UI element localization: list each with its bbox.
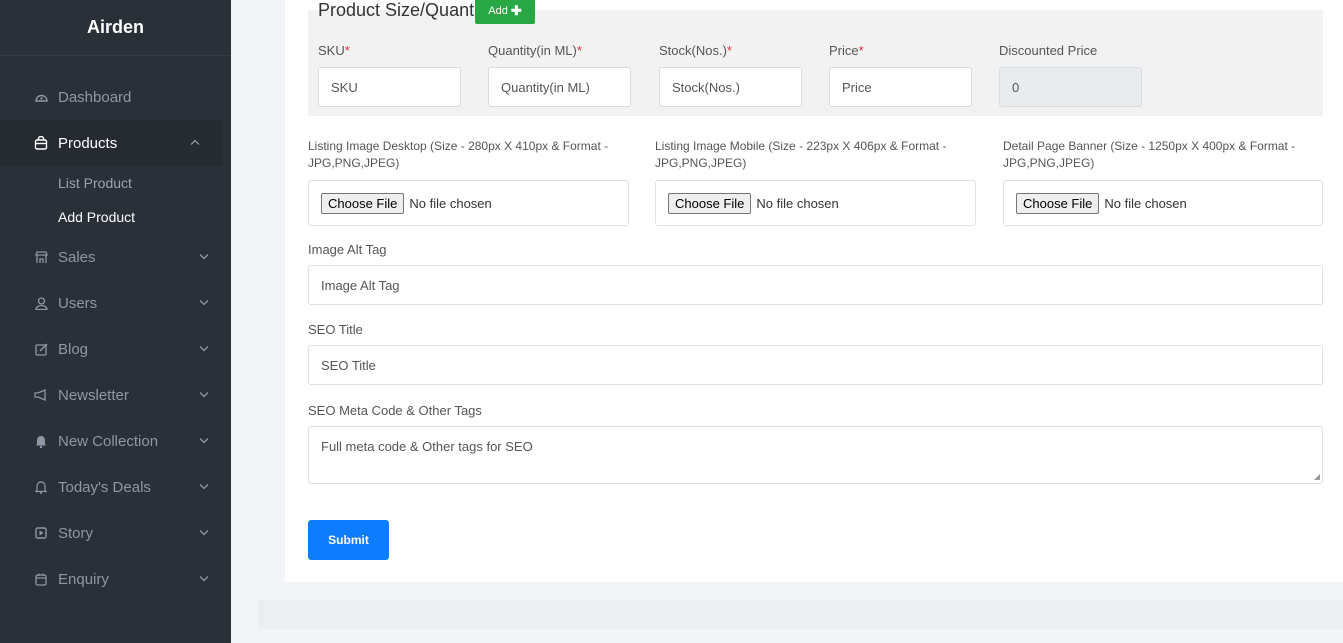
image-alt-input[interactable]: Image Alt Tag [308, 265, 1323, 305]
megaphone-icon [33, 389, 49, 401]
sidebar-item-label: Products [58, 134, 118, 152]
stock-input[interactable]: Stock(Nos.) [659, 67, 802, 107]
listing-desktop-label: Listing Image Desktop (Size - 280px X 41… [308, 139, 609, 170]
file-status: No file chosen [1104, 195, 1187, 211]
calendar-icon [33, 573, 49, 586]
shop-icon [33, 250, 49, 264]
sidebar-item-label: Story [58, 524, 94, 542]
seo-title-input[interactable]: SEO Title [308, 345, 1323, 385]
sidebar-item-label: Users [58, 294, 98, 312]
add-size-button[interactable]: Add ✚ [475, 0, 535, 24]
detail-banner-file: Choose File No file chosen [1003, 180, 1323, 226]
listing-mobile-file: Choose File No file chosen [655, 180, 976, 226]
seo-meta-textarea[interactable]: Full meta code & Other tags for SEO ◢ [308, 426, 1323, 484]
sidebar-item-todays-deals[interactable]: Today's Deals [0, 464, 231, 510]
image-alt-label: Image Alt Tag [308, 242, 387, 257]
sidebar-item-blog[interactable]: Blog [0, 326, 231, 372]
sidebar-item-story[interactable]: Story [0, 510, 231, 556]
price-input[interactable]: Price [829, 67, 972, 107]
submit-button[interactable]: Submit [308, 520, 389, 560]
sidebar-item-newsletter[interactable]: Newsletter [0, 372, 231, 418]
submenu-list-product[interactable]: List Product [0, 166, 231, 200]
price-label: Price* [829, 43, 864, 58]
sidebar-item-label: Enquiry [58, 570, 109, 588]
sidebar-item-label: Dashboard [58, 88, 132, 106]
sidebar-item-label: Newsletter [58, 386, 129, 404]
sidebar-item-sales[interactable]: Sales [0, 234, 231, 280]
choose-file-button[interactable]: Choose File [668, 192, 752, 214]
bag-icon [33, 136, 49, 150]
stock-label: Stock(Nos.)* [659, 43, 732, 58]
page-footer-band [258, 600, 1343, 629]
product-size-title: Product Size/Quantity [318, 0, 493, 20]
chevron-down-icon [199, 390, 209, 401]
play-square-icon [33, 527, 49, 539]
quantity-label: Quantity(in ML)* [488, 43, 582, 58]
resize-handle-icon[interactable]: ◢ [1314, 472, 1320, 481]
sidebar-item-label: Today's Deals [58, 478, 151, 496]
add-size-label: Add [488, 5, 508, 17]
sku-input[interactable]: SKU [318, 67, 461, 107]
sidebar-nav: Dashboard Products List Product Add Prod… [0, 74, 231, 602]
seo-meta-placeholder: Full meta code & Other tags for SEO [321, 439, 533, 454]
user-icon [33, 296, 49, 310]
bell-icon [33, 480, 49, 494]
sidebar-item-products[interactable]: Products [0, 120, 222, 166]
bell-filled-icon [33, 435, 49, 448]
sidebar-item-label: Blog [58, 340, 89, 358]
sku-label: SKU* [318, 43, 350, 58]
file-status: No file chosen [409, 195, 492, 211]
chevron-down-icon [199, 298, 209, 309]
chevron-down-icon [199, 482, 209, 493]
file-status: No file chosen [756, 195, 839, 211]
edit-icon [33, 342, 49, 356]
listing-desktop-file: Choose File No file chosen [308, 180, 629, 226]
sidebar-item-label: New Collection [58, 432, 159, 450]
plus-icon: ✚ [510, 3, 522, 18]
palette-icon [33, 92, 49, 102]
listing-mobile-label: Listing Image Mobile (Size - 223px X 406… [655, 139, 947, 170]
detail-banner-label: Detail Page Banner (Size - 1250px X 400p… [1003, 139, 1296, 170]
chevron-down-icon [199, 252, 209, 263]
chevron-down-icon [199, 436, 209, 447]
quantity-input[interactable]: Quantity(in ML) [488, 67, 631, 107]
choose-file-button[interactable]: Choose File [1016, 192, 1100, 214]
submenu-add-product[interactable]: Add Product [0, 200, 231, 234]
seo-meta-label: SEO Meta Code & Other Tags [308, 403, 482, 418]
seo-title-label: SEO Title [308, 322, 363, 337]
sidebar-item-enquiry[interactable]: Enquiry [0, 556, 231, 602]
sidebar-item-new-collection[interactable]: New Collection [0, 418, 231, 464]
discounted-price-label: Discounted Price [999, 43, 1098, 58]
chevron-up-icon [190, 138, 200, 149]
sidebar-item-dashboard[interactable]: Dashboard [0, 74, 231, 120]
sidebar-item-label: Sales [58, 248, 96, 266]
chevron-down-icon [199, 574, 209, 585]
sidebar-item-users[interactable]: Users [0, 280, 231, 326]
sidebar: Airden Dashboard Products List Product A… [0, 0, 231, 643]
brand-logo[interactable]: Airden [0, 0, 231, 56]
products-submenu: List Product Add Product [0, 166, 231, 234]
chevron-down-icon [199, 528, 209, 539]
choose-file-button[interactable]: Choose File [321, 192, 405, 214]
product-form-card: Product Size/Quantity Add ✚ SKU* Quantit… [285, 0, 1343, 582]
chevron-down-icon [199, 344, 209, 355]
discounted-price-input: 0 [999, 67, 1142, 107]
